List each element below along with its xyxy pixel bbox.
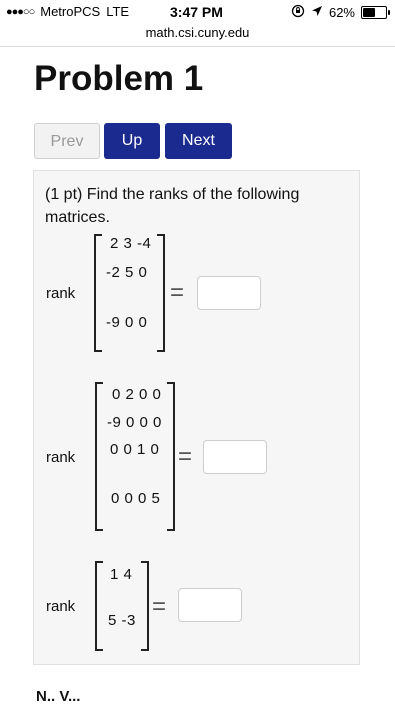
matrix-3-right-bracket [141, 561, 149, 651]
equals-sign-1: = [170, 279, 185, 306]
matrix-3-row-2: 5 -3 [108, 612, 136, 629]
page-title: Problem 1 [34, 59, 204, 98]
matrix-1-left-bracket [94, 234, 102, 352]
matrix-2-row-2: -9 0 0 0 [107, 414, 162, 431]
matrix-3-left-bracket [95, 561, 103, 651]
next-button[interactable]: Next [165, 123, 232, 159]
rank-label-1: rank [46, 285, 76, 302]
matrix-2-row-3: 0 0 1 0 [110, 441, 160, 458]
carrier-name: MetroPCS [40, 4, 101, 19]
equals-sign-3: = [152, 593, 167, 620]
battery-icon [361, 6, 390, 19]
problem-prompt: (1 pt) Find the ranks of the following m… [45, 186, 300, 226]
location-arrow-icon [311, 5, 323, 20]
rotation-lock-icon [291, 4, 305, 21]
rank-answer-input-3[interactable] [178, 588, 242, 622]
equals-sign-2: = [178, 443, 193, 470]
footer-note-cutoff: N.. V... [36, 688, 81, 705]
prev-button[interactable]: Prev [34, 123, 100, 159]
network-type: LTE [106, 4, 130, 19]
matrix-1-row-3: -9 0 0 [106, 314, 148, 331]
matrix-1-row-2: -2 5 0 [106, 264, 148, 281]
battery-percent: 62% [328, 5, 355, 20]
matrix-3-row-1: 1 4 [110, 566, 133, 583]
toolbar-divider [0, 46, 395, 47]
rank-answer-input-1[interactable] [197, 276, 261, 310]
rank-label-3: rank [46, 598, 76, 615]
status-right: 62% [291, 4, 390, 21]
rank-answer-input-2[interactable] [203, 440, 267, 474]
address-bar-url[interactable]: math.csi.cuny.edu [0, 25, 395, 40]
matrix-2-left-bracket [95, 382, 103, 531]
matrix-2-row-4: 0 0 0 5 [111, 490, 161, 507]
battery-fill [363, 8, 375, 17]
matrix-2-right-bracket [167, 382, 175, 531]
status-time: 3:47 PM [170, 4, 223, 20]
matrix-1-row-1: 2 3 -4 [110, 235, 152, 252]
matrix-1-right-bracket [157, 234, 165, 352]
matrix-2-row-1: 0 2 0 0 [112, 386, 162, 403]
status-left: ●●●○○ MetroPCS LTE [6, 4, 129, 19]
signal-strength-icon: ●●●○○ [6, 5, 35, 18]
status-bar: ●●●○○ MetroPCS LTE 3:47 PM 62% [0, 0, 395, 24]
up-button[interactable]: Up [104, 123, 160, 159]
rank-label-2: rank [46, 449, 76, 466]
